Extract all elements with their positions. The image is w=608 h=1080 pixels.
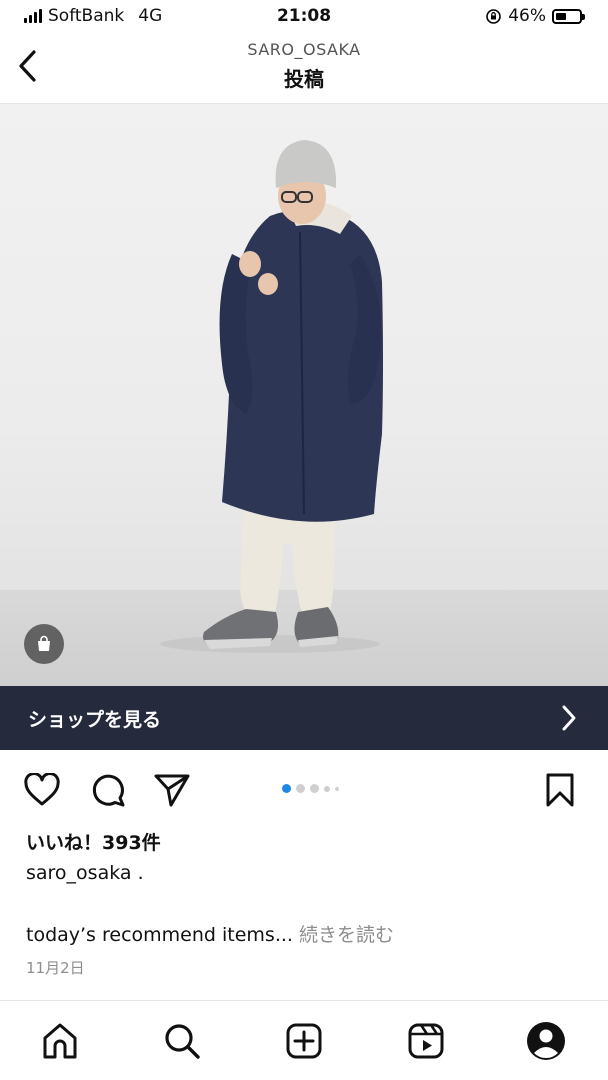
carousel-indicator (282, 784, 339, 793)
shop-now-bar[interactable]: ショップを見る (0, 686, 608, 750)
post-image[interactable] (0, 104, 608, 686)
post-header: SARO_OSAKA 投稿 (0, 34, 608, 104)
home-icon (43, 1023, 77, 1059)
carousel-dot (324, 785, 330, 792)
heart-icon (24, 773, 60, 806)
share-button[interactable] (152, 768, 192, 812)
carousel-dot (310, 784, 319, 793)
like-button[interactable] (22, 768, 62, 812)
orientation-lock-icon (486, 8, 502, 24)
shop-tag-button[interactable] (24, 624, 64, 664)
tab-reels[interactable] (404, 1019, 448, 1063)
tab-search[interactable] (160, 1019, 204, 1063)
status-right: 46% (485, 6, 585, 26)
bookmark-icon (546, 773, 574, 807)
send-icon (154, 774, 190, 807)
comment-button[interactable] (88, 768, 128, 812)
caption-text: today’s recommend items... (26, 924, 293, 946)
post-caption: today’s recommend items... 続きを読む (26, 920, 394, 947)
header-account-name[interactable]: SARO_OSAKA (0, 40, 608, 59)
carousel-dot (296, 784, 305, 793)
like-count[interactable]: いいね！393件 (26, 828, 161, 855)
tab-new-post[interactable] (282, 1019, 326, 1063)
post-date: 11月2日 (26, 959, 85, 977)
carousel-dot (335, 786, 339, 791)
post-actions (0, 768, 608, 812)
status-bar: SoftBank 4G 21:08 46% (0, 0, 608, 34)
battery-percent: 46% (508, 6, 546, 26)
carousel-dot (282, 784, 291, 793)
read-more-link[interactable]: 続きを読む (299, 924, 394, 946)
shopping-bag-icon (38, 635, 50, 651)
battery-fill (556, 12, 567, 20)
page-title: 投稿 (284, 67, 324, 91)
reels-icon (408, 1023, 444, 1059)
model-figure (160, 140, 383, 653)
new-post-icon (286, 1023, 322, 1059)
search-icon (165, 1024, 200, 1059)
battery-icon (552, 8, 585, 24)
profile-icon (527, 1022, 565, 1060)
shop-now-label: ショップを見る (28, 708, 162, 731)
header-titles: SARO_OSAKA 投稿 (0, 40, 608, 92)
tab-profile[interactable] (524, 1019, 568, 1063)
save-button[interactable] (540, 768, 580, 812)
tab-home[interactable] (38, 1019, 82, 1063)
chevron-right-icon (562, 705, 576, 731)
comment-icon (92, 774, 125, 807)
post-username[interactable]: saro_osaka . (26, 862, 144, 884)
bottom-tab-bar (0, 1000, 608, 1080)
